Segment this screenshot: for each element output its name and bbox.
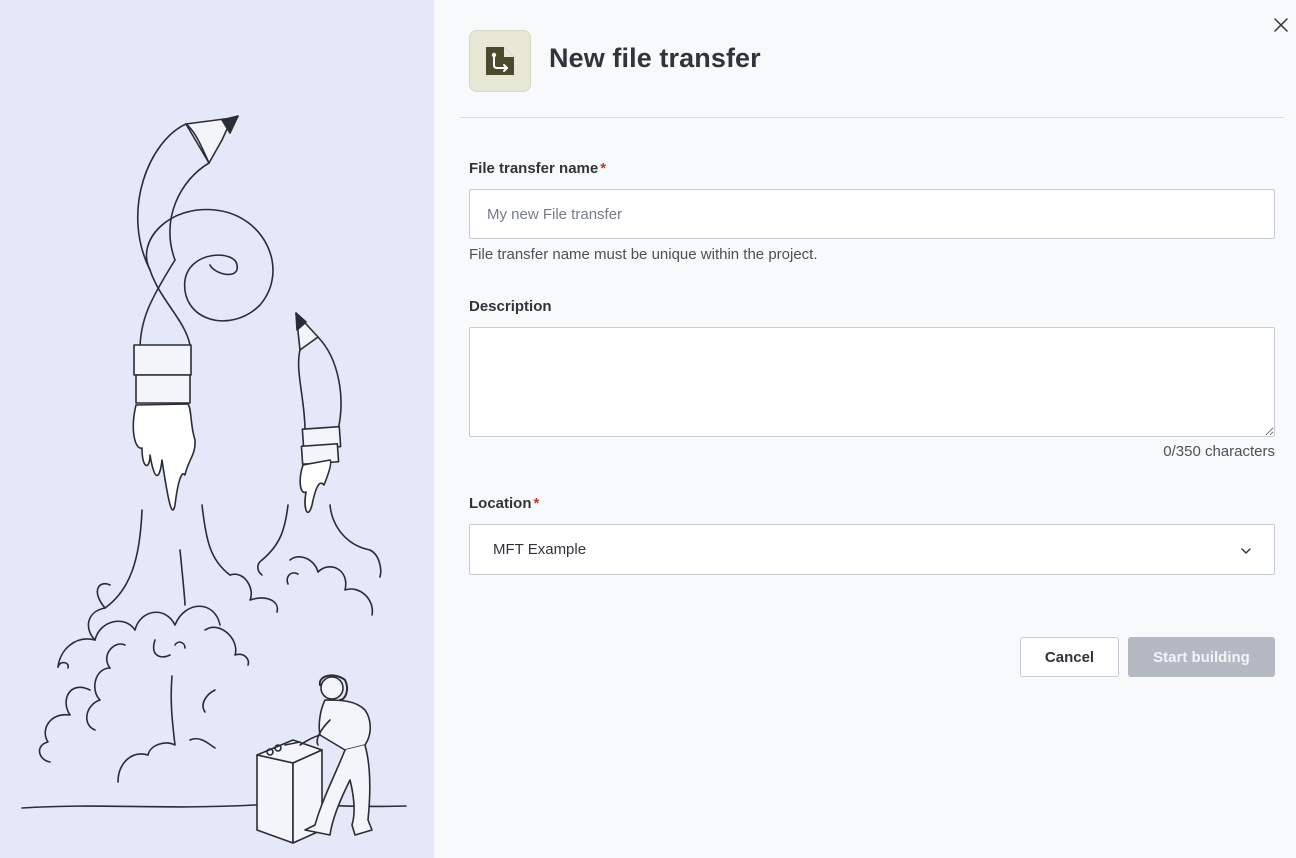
description-field-label: Description bbox=[469, 298, 552, 315]
description-textarea[interactable] bbox=[469, 327, 1275, 437]
required-marker: * bbox=[600, 160, 607, 177]
illustration-panel bbox=[0, 0, 434, 858]
start-building-button[interactable]: Start building bbox=[1128, 637, 1275, 677]
name-helper-text: File transfer name must be unique within… bbox=[469, 246, 818, 263]
name-field-label-text: File transfer name bbox=[469, 160, 599, 177]
new-file-transfer-dialog: New file transfer File transfer name* Fi… bbox=[434, 0, 1296, 858]
close-icon[interactable] bbox=[1270, 14, 1292, 36]
cancel-button[interactable]: Cancel bbox=[1020, 637, 1119, 677]
location-select[interactable]: MFT Example bbox=[469, 524, 1275, 575]
description-char-count: 0/350 characters bbox=[1163, 443, 1275, 460]
location-selected-value: MFT Example bbox=[493, 541, 587, 558]
location-field-label-text: Location bbox=[469, 495, 532, 512]
location-field-label: Location * bbox=[469, 495, 539, 512]
required-marker: * bbox=[533, 495, 540, 512]
header-divider bbox=[460, 117, 1284, 118]
file-transfer-icon bbox=[469, 30, 531, 92]
file-transfer-name-input[interactable] bbox=[469, 189, 1275, 239]
chevron-down-icon bbox=[1241, 541, 1251, 559]
rocket-pencils-illustration bbox=[21, 115, 407, 844]
page-title: New file transfer bbox=[549, 43, 761, 73]
name-field-label: File transfer name * bbox=[469, 160, 606, 177]
